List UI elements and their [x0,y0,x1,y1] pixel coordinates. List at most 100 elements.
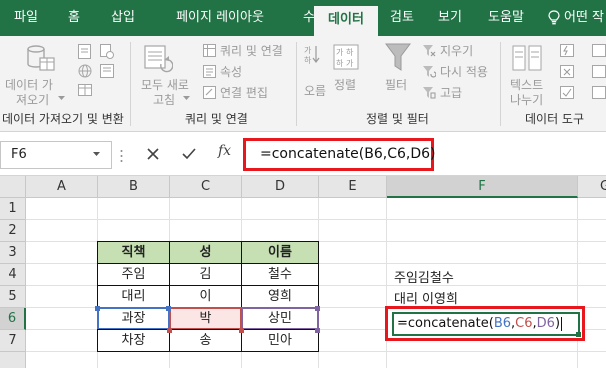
tab-help[interactable]: 도움말 [474,0,538,36]
tell-me-label: 어떤 작 [564,10,605,25]
tab-file[interactable]: 파일 [0,0,52,36]
advanced-filter-icon [423,87,436,99]
table-cell-d6[interactable]: 상민 [241,307,319,330]
table-cell-c7[interactable]: 송 [169,329,242,352]
ribbon-data-tab: 데이터 가 져오기 데이터 가져오기 및 변환 모두 새로 고침 쿼리 및 연결… [0,36,606,132]
svg-text:가: 가 [304,46,312,55]
table-header-title[interactable]: 직책 [97,241,170,264]
clear-button[interactable]: 지우기 [440,42,473,59]
formula-bar-grip[interactable] [120,149,123,163]
tab-data[interactable]: 데이터 [314,6,378,36]
queries-connections-icon [203,44,216,57]
chevron-down-icon [183,96,190,100]
table-cell-b6[interactable]: 과장 [97,307,170,330]
row-header-5[interactable]: 5 [0,286,26,308]
table-cell-d4[interactable]: 철수 [241,263,319,286]
column-header-d[interactable]: D [242,176,319,198]
table-cell-c6[interactable]: 박 [169,307,242,330]
filter-button[interactable]: 필터 [385,76,407,93]
row-header-7[interactable]: 7 [0,330,26,352]
fill-handle[interactable] [576,332,581,337]
table-header-surname[interactable]: 성 [169,241,242,264]
get-data-label-2[interactable]: 져오기 [16,91,49,108]
row-header-4[interactable]: 4 [0,264,26,286]
column-header-f[interactable]: F [387,176,578,198]
column-header-a[interactable]: A [26,176,98,198]
text-to-columns-label-2[interactable]: 나누기 [510,91,543,108]
column-header-g[interactable]: G [578,176,606,198]
chevron-down-icon[interactable] [92,144,101,164]
row-header-1[interactable]: 1 [0,198,26,220]
existing-connections-icon [100,64,114,78]
group-title-sort-filter: 정렬 및 필터 [366,112,429,126]
data-model-icon [592,86,606,99]
properties-button[interactable]: 속성 [220,63,242,80]
svg-text:하: 하 [304,55,312,64]
table-cell-c5[interactable]: 이 [169,285,242,308]
recent-sources-icon [100,44,114,59]
tab-insert[interactable]: 삽입 [96,0,150,36]
formula-input[interactable]: =concatenate(B6,C6,D6) [243,138,436,171]
ref-handle[interactable] [315,306,320,311]
column-header-e[interactable]: E [319,176,387,198]
row-header-3[interactable]: 3 [0,242,26,264]
tab-review[interactable]: 검토 [378,0,426,36]
row-header-8[interactable] [0,352,26,368]
group-separator [296,42,297,126]
queries-connections-button[interactable]: 쿼리 및 연결 [220,42,283,59]
sort-ascending-button[interactable]: 오름 [304,82,326,99]
worksheet-grid[interactable]: A B C D E F G 1 2 3 4 5 6 7 직책 성 이름 주임 김… [0,176,606,368]
tab-home[interactable]: 홈 [52,0,96,36]
flash-fill-icon [560,44,574,57]
formula-ref-c6: C6 [515,316,533,331]
tab-tell-me[interactable]: 어떤 작 [548,0,606,36]
refresh-all-icon [144,45,173,73]
table-cell-b4[interactable]: 주임 [97,263,170,286]
remove-duplicates-icon [560,65,574,78]
ref-handle[interactable] [167,328,172,333]
ref-handle[interactable] [95,306,100,311]
table-cell-b5[interactable]: 대리 [97,285,170,308]
enter-check-icon[interactable] [181,144,197,164]
table-header-name[interactable]: 이름 [241,241,319,264]
gridline [386,198,387,368]
cell-f4[interactable]: 주임김철수 [394,267,454,286]
gridline [26,219,606,220]
cell-f6-editor[interactable]: =concatenate(B6,C6,D6) [392,312,580,336]
insert-function-button[interactable]: fx [218,143,231,159]
group-separator [130,42,131,126]
column-header-b[interactable]: B [98,176,170,198]
select-all-corner[interactable] [0,176,26,198]
from-text-icon [78,44,91,59]
edit-links-button[interactable]: 연결 편집 [220,84,268,101]
tab-page-layout[interactable]: 페이지 레이아웃 [150,0,290,36]
svg-text:가: 가 [346,59,354,68]
text-to-columns-icon [512,45,542,71]
sort-button[interactable]: 정렬 [334,76,356,93]
table-cell-d7[interactable]: 민아 [241,329,319,352]
relationships-icon [592,65,606,78]
ref-handle[interactable] [315,328,320,333]
column-header-c[interactable]: C [170,176,242,198]
ref-handle[interactable] [239,328,244,333]
cancel-icon[interactable] [146,144,160,164]
group-title-get-transform: 데이터 가져오기 및 변환 [2,112,124,126]
get-data-icon [27,45,55,71]
filter-icon [385,43,411,71]
cell-f5[interactable]: 대리 이영희 [394,288,458,307]
chevron-down-icon [58,96,65,100]
gridline [577,198,578,368]
fx-label: fx [218,143,232,159]
ref-handle[interactable] [166,306,171,311]
table-cell-d5[interactable]: 영희 [241,285,319,308]
from-table-icon [78,84,92,96]
tab-view[interactable]: 보기 [426,0,474,36]
refresh-all-label-2[interactable]: 고침 [153,91,175,108]
advanced-button[interactable]: 고급 [440,84,462,101]
row-header-2[interactable]: 2 [0,220,26,242]
row-header-6[interactable]: 6 [0,308,26,330]
sort-ascending-icon: 가 하 [304,46,320,64]
table-cell-b7[interactable]: 차장 [97,329,170,352]
table-cell-c4[interactable]: 김 [169,263,242,286]
reapply-button[interactable]: 다시 적용 [440,63,488,80]
